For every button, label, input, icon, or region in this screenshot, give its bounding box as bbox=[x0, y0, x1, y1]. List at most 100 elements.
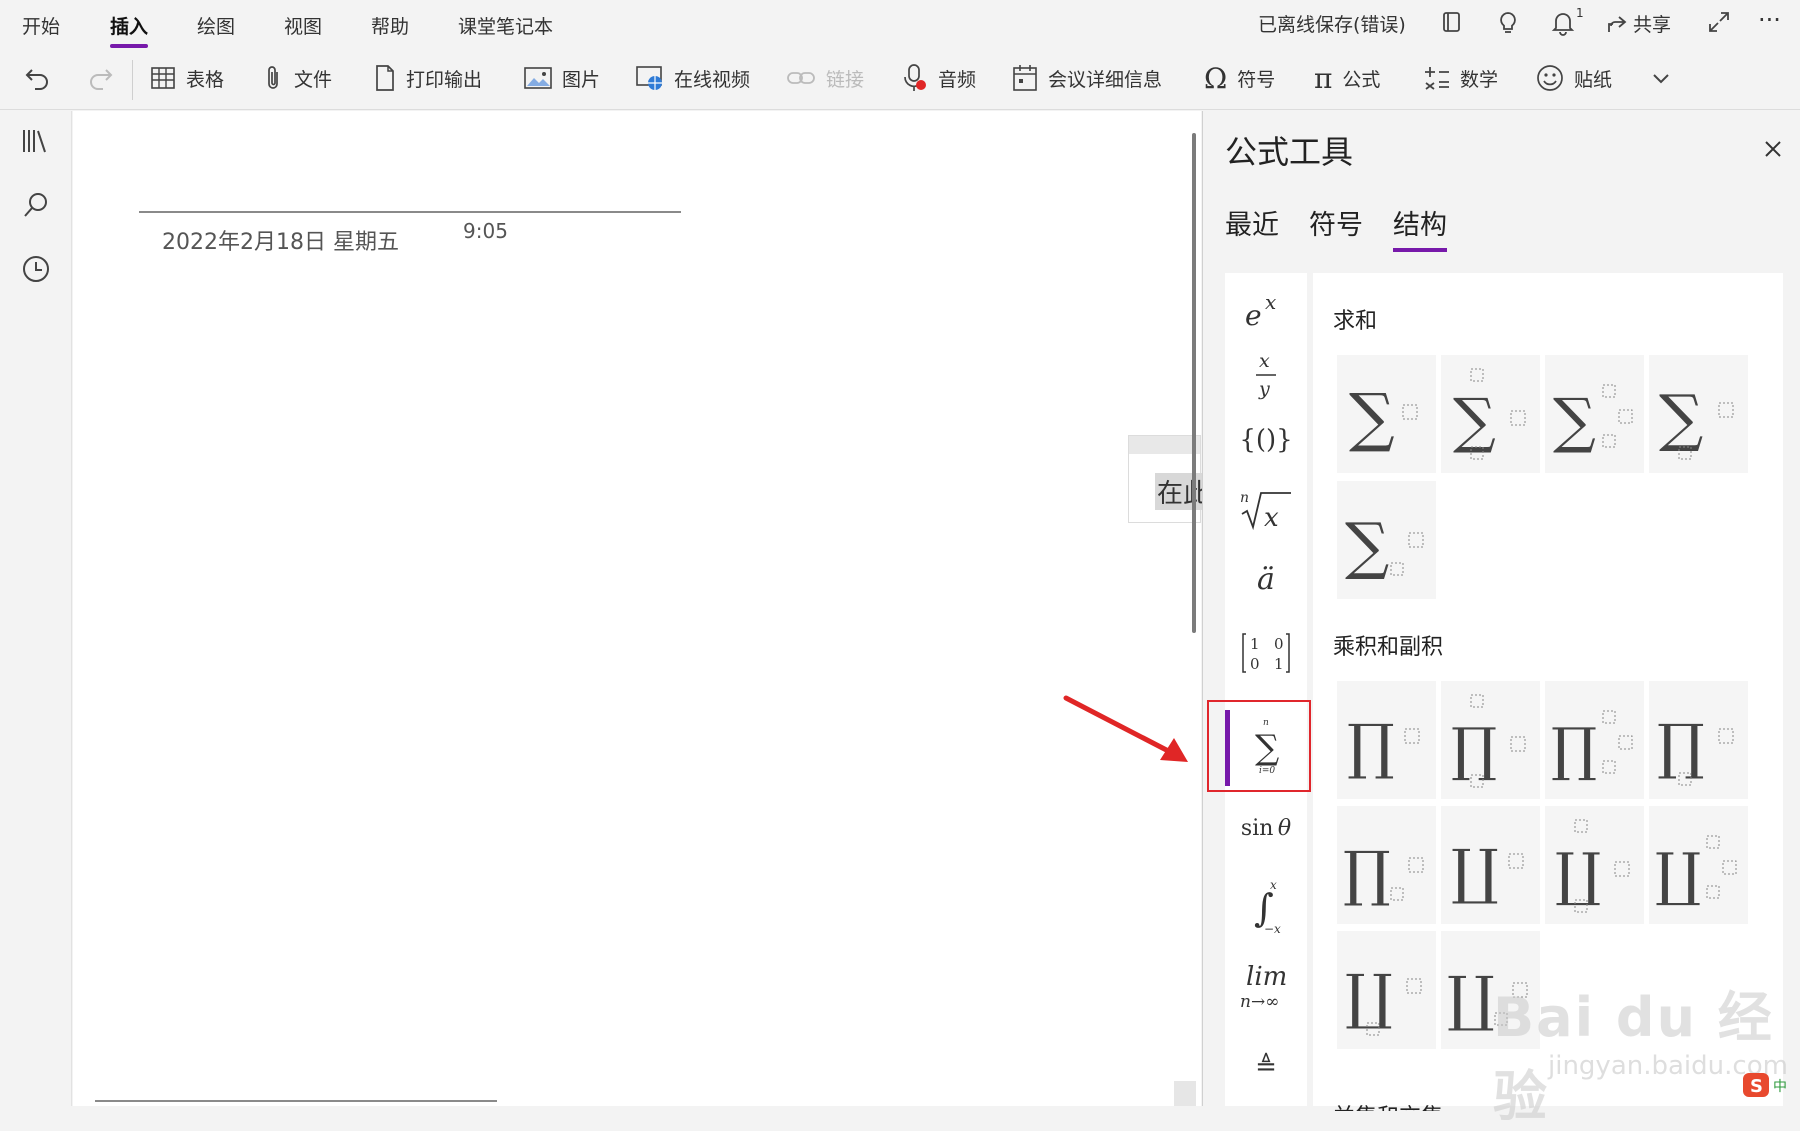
smiley-icon bbox=[1536, 64, 1564, 92]
notification-count: 1 bbox=[1576, 6, 1584, 20]
category-radical[interactable]: nx bbox=[1225, 473, 1307, 547]
svg-text:∑: ∑ bbox=[1349, 381, 1395, 455]
category-integral[interactable]: ∫ x −x bbox=[1225, 863, 1307, 947]
page-date: 2022年2月18日 星期五 bbox=[162, 230, 399, 255]
category-bracket[interactable]: {()} bbox=[1225, 407, 1307, 473]
link-icon bbox=[786, 68, 816, 88]
table-label: 表格 bbox=[186, 68, 225, 91]
video-globe-icon bbox=[636, 64, 664, 92]
note-container[interactable]: 在此 bbox=[1128, 435, 1202, 523]
tab-recent[interactable]: 最近 bbox=[1225, 203, 1279, 242]
symbol-button[interactable]: Ω 符号 bbox=[1204, 62, 1275, 95]
microphone-icon bbox=[902, 63, 928, 93]
meeting-details-button[interactable]: 会议详细信息 bbox=[1012, 62, 1162, 94]
product-tile-5[interactable]: ∏ bbox=[1337, 806, 1436, 924]
fullscreen-icon[interactable] bbox=[1707, 10, 1731, 34]
calendar-icon bbox=[1012, 64, 1038, 92]
summation-tile-2[interactable]: ∑ bbox=[1441, 355, 1540, 473]
equation-button[interactable]: π 公式 bbox=[1314, 61, 1381, 95]
tab-home[interactable]: 开始 bbox=[22, 12, 60, 39]
vertical-scrollbar[interactable] bbox=[1192, 133, 1196, 633]
print-button[interactable]: 打印输出 bbox=[374, 62, 482, 94]
product-tile-3[interactable]: ∏ bbox=[1545, 681, 1644, 799]
coproduct-tile-2[interactable]: ∐ bbox=[1545, 806, 1644, 924]
svg-text:∑: ∑ bbox=[1453, 386, 1496, 456]
category-operator[interactable]: ≜ bbox=[1225, 1035, 1307, 1099]
structure-category-list: ex xy {()} nx ä 1001 n ∑ i=0 sin θ ∫ x −x li… bbox=[1207, 273, 1311, 1106]
summation-tile-3[interactable]: ∑ bbox=[1545, 355, 1644, 473]
audio-button[interactable]: 音频 bbox=[902, 62, 976, 94]
summation-tile-4[interactable]: ∑ bbox=[1649, 355, 1748, 473]
online-video-button[interactable]: 在线视频 bbox=[636, 62, 750, 94]
table-button[interactable]: 表格 bbox=[150, 62, 224, 94]
paperclip-icon bbox=[262, 64, 284, 92]
summation-tile-5[interactable]: ∑ bbox=[1337, 481, 1436, 599]
category-function[interactable]: sin θ bbox=[1225, 798, 1307, 858]
section-products-title: 乘积和副积 bbox=[1333, 635, 1444, 660]
coproduct-tile-4[interactable]: ∐ bbox=[1337, 931, 1436, 1049]
product-tile-1[interactable]: ∏ bbox=[1337, 681, 1436, 799]
category-large-operator[interactable]: n ∑ i=0 bbox=[1207, 700, 1311, 792]
picture-icon bbox=[524, 66, 552, 90]
svg-text:S: S bbox=[1750, 1076, 1763, 1097]
svg-text:∐: ∐ bbox=[1345, 962, 1393, 1032]
svg-text:−x: −x bbox=[1264, 922, 1281, 935]
toolbar-divider bbox=[132, 60, 133, 100]
scroll-corner bbox=[1174, 1081, 1196, 1106]
coproduct-tile-1[interactable]: ∐ bbox=[1441, 806, 1540, 924]
sync-status[interactable]: 已离线保存(错误) bbox=[1258, 10, 1406, 37]
tab-view[interactable]: 视图 bbox=[284, 12, 322, 39]
chevron-down-icon[interactable] bbox=[1650, 62, 1672, 94]
link-label: 链接 bbox=[826, 68, 865, 91]
product-tile-4[interactable]: ∏ bbox=[1649, 681, 1748, 799]
math-button[interactable]: 数学 bbox=[1424, 62, 1498, 94]
tab-symbols[interactable]: 符号 bbox=[1309, 203, 1363, 242]
note-container-handle[interactable] bbox=[1129, 436, 1200, 454]
category-matrix[interactable]: 1001 bbox=[1225, 611, 1307, 695]
tab-class-notebook[interactable]: 课堂笔记本 bbox=[458, 12, 553, 39]
notebook-icon[interactable] bbox=[1440, 10, 1464, 34]
link-button[interactable]: 链接 bbox=[786, 62, 864, 94]
section-summation-title: 求和 bbox=[1333, 309, 1378, 334]
close-icon[interactable] bbox=[1761, 137, 1785, 161]
document-icon bbox=[374, 64, 396, 92]
lightbulb-icon[interactable] bbox=[1496, 10, 1520, 36]
picture-button[interactable]: 图片 bbox=[524, 62, 600, 94]
tab-insert[interactable]: 插入 bbox=[110, 12, 149, 48]
share-button[interactable]: 共享 bbox=[1605, 10, 1671, 37]
recent-clock-icon[interactable] bbox=[18, 251, 54, 287]
summation-tile-1[interactable]: ∑ bbox=[1337, 355, 1436, 473]
table-icon bbox=[150, 65, 176, 91]
undo-icon[interactable] bbox=[24, 62, 52, 94]
svg-text:n: n bbox=[1240, 490, 1249, 506]
category-fraction[interactable]: xy bbox=[1225, 337, 1307, 413]
page-canvas[interactable]: 2022年2月18日 星期五 9:05 在此 bbox=[73, 111, 1202, 1106]
left-navigation bbox=[0, 111, 72, 1106]
print-label: 打印输出 bbox=[406, 68, 483, 91]
pi-icon: π bbox=[1314, 61, 1333, 95]
coproduct-tile-3[interactable]: ∐ bbox=[1649, 806, 1748, 924]
math-label: 数学 bbox=[1460, 68, 1499, 91]
tab-draw[interactable]: 绘图 bbox=[197, 12, 235, 39]
more-icon[interactable]: ··· bbox=[1758, 6, 1781, 34]
svg-text:∏: ∏ bbox=[1347, 712, 1395, 782]
svg-text:i=0: i=0 bbox=[1259, 766, 1275, 776]
tab-structures[interactable]: 结构 bbox=[1393, 203, 1447, 252]
svg-text:∐: ∐ bbox=[1555, 840, 1601, 908]
svg-text:0: 0 bbox=[1274, 635, 1284, 653]
notebooks-icon[interactable] bbox=[18, 123, 54, 159]
file-button[interactable]: 文件 bbox=[262, 62, 332, 94]
redo-icon[interactable] bbox=[86, 62, 114, 94]
annotation-arrow bbox=[1063, 695, 1188, 762]
equation-tools-pane: 公式工具 最近 符号 结构 ex xy {()} nx ä 1001 n ∑ i=0… bbox=[1202, 111, 1800, 1128]
product-tile-2[interactable]: ∏ bbox=[1441, 681, 1540, 799]
svg-text:∏: ∏ bbox=[1343, 839, 1391, 909]
bell-icon[interactable]: 1 bbox=[1550, 6, 1584, 36]
sticker-button[interactable]: 贴纸 bbox=[1536, 62, 1612, 94]
category-accent[interactable]: ä bbox=[1225, 547, 1307, 611]
category-limit[interactable]: lim n→∞ bbox=[1225, 947, 1307, 1027]
tab-help[interactable]: 帮助 bbox=[371, 12, 409, 39]
search-icon[interactable] bbox=[18, 187, 54, 223]
equation-label: 公式 bbox=[1342, 68, 1381, 91]
picture-label: 图片 bbox=[562, 68, 601, 91]
